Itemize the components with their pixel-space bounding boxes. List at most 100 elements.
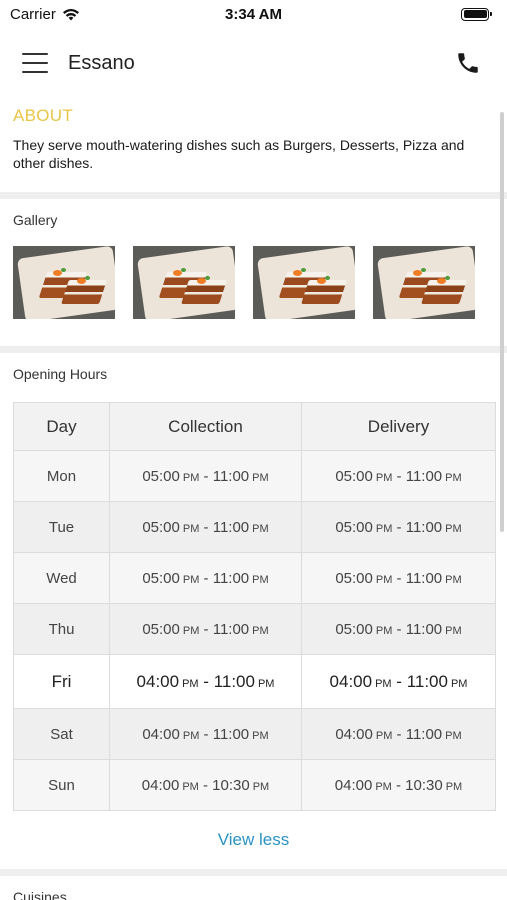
time-value: 11:00 [212, 569, 250, 587]
ampm-label: PM [375, 573, 393, 586]
day-cell: Sat [13, 708, 110, 760]
time-separator: - [392, 569, 406, 587]
time-value: 04:00 [329, 671, 373, 691]
ampm-label: PM [182, 522, 200, 535]
time-value: 11:00 [405, 467, 443, 485]
time-value: 05:00 [142, 620, 180, 638]
opening-hours-table: Day Collection Delivery Mon 05:00 PM - 11:… [13, 402, 496, 811]
time-separator: - [198, 776, 213, 794]
table-row: Tue 05:00 PM - 11:00 PM 05:00 PM - 11:00 PM [13, 501, 496, 553]
time-value: 05:00 [335, 467, 373, 485]
gallery-image-carrot-cake[interactable] [13, 246, 115, 319]
battery-icon [461, 7, 492, 21]
time-value: 05:00 [335, 569, 373, 587]
day-cell: Tue [13, 501, 110, 553]
ampm-label: PM [445, 471, 462, 484]
column-header-delivery: Delivery [301, 402, 496, 451]
time-value: 10:30 [405, 776, 443, 794]
time-separator: - [199, 569, 213, 587]
ampm-label: PM [252, 780, 270, 793]
time-separator: - [199, 620, 213, 638]
section-divider [0, 346, 507, 353]
phone-icon[interactable] [455, 50, 481, 76]
time-separator: - [391, 776, 406, 794]
time-separator: - [391, 671, 407, 691]
ampm-label: PM [375, 780, 392, 793]
ampm-label: PM [445, 624, 462, 637]
column-header-day: Day [13, 402, 110, 451]
time-value: 05:00 [142, 467, 180, 485]
scrollbar[interactable] [500, 112, 504, 532]
time-value: 11:00 [212, 620, 250, 638]
time-value: 11:00 [405, 620, 443, 638]
time-value: 05:00 [142, 569, 180, 587]
ampm-label: PM [375, 624, 393, 637]
ampm-label: PM [375, 522, 393, 535]
ampm-label: PM [257, 677, 275, 690]
collection-hours-cell: 04:00 PM - 11:00 PM [109, 654, 302, 709]
gallery-row [13, 246, 494, 319]
table-row: Sat 04:00 PM - 11:00 PM 04:00 PM - 11:00 PM [13, 708, 496, 760]
cuisines-title: Cuisines [13, 889, 67, 900]
day-cell: Fri [13, 654, 110, 709]
ampm-label: PM [445, 780, 463, 793]
time-separator: - [199, 518, 213, 536]
cuisines-section: Cuisines [0, 876, 507, 900]
time-value: 04:00 [334, 776, 373, 794]
section-divider [0, 869, 507, 876]
time-value: 04:00 [136, 671, 180, 691]
time-value: 11:00 [405, 518, 443, 536]
day-cell: Mon [13, 450, 110, 502]
main-content: ABOUT They serve mouth-watering dishes s… [0, 98, 507, 900]
delivery-hours-cell: 05:00 PM - 11:00 PM [301, 603, 496, 655]
time-separator: - [392, 620, 406, 638]
opening-hours-title: Opening Hours [13, 366, 108, 382]
time-value: 11:00 [212, 467, 250, 485]
collection-hours-cell: 05:00 PM - 11:00 PM [109, 552, 302, 604]
ampm-label: PM [182, 729, 200, 742]
gallery-image-carrot-cake[interactable] [253, 246, 355, 319]
opening-hours-section: Opening Hours Day Collection Delivery Mo… [0, 353, 507, 869]
table-row: Mon 05:00 PM - 11:00 PM 05:00 PM - 11:00 PM [13, 450, 496, 502]
status-left: Carrier [10, 6, 80, 23]
collection-hours-cell: 05:00 PM - 11:00 PM [109, 603, 302, 655]
gallery-image-carrot-cake[interactable] [373, 246, 475, 319]
ampm-label: PM [252, 624, 269, 637]
time-value: 11:00 [212, 725, 250, 743]
time-value: 05:00 [335, 620, 373, 638]
about-section: ABOUT They serve mouth-watering dishes s… [0, 98, 507, 192]
time-value: 05:00 [335, 518, 373, 536]
day-cell: Thu [13, 603, 110, 655]
ampm-label: PM [445, 573, 462, 586]
gallery-title: Gallery [13, 212, 58, 228]
table-row: Wed 05:00 PM - 11:00 PM 05:00 PM - 11:00 PM [13, 552, 496, 604]
gallery-image-carrot-cake[interactable] [133, 246, 235, 319]
time-separator: - [392, 518, 406, 536]
time-value: 11:00 [212, 518, 250, 536]
time-value: 11:00 [406, 671, 448, 691]
gallery-section: Gallery [0, 199, 507, 346]
time-separator: - [392, 467, 406, 485]
ampm-label: PM [375, 729, 393, 742]
ampm-label: PM [182, 471, 200, 484]
view-less-link[interactable]: View less [13, 811, 494, 869]
nav-bar: Essano [0, 28, 507, 98]
time-separator: - [392, 725, 406, 743]
ampm-label: PM [182, 573, 200, 586]
table-row: Fri 04:00 PM - 11:00 PM 04:00 PM - 11:00 PM [13, 654, 496, 709]
ampm-label: PM [182, 780, 199, 793]
carrier-label: Carrier [10, 5, 56, 23]
ampm-label: PM [375, 677, 392, 690]
delivery-hours-cell: 05:00 PM - 11:00 PM [301, 450, 496, 502]
ampm-label: PM [252, 729, 269, 742]
about-text: They serve mouth-watering dishes such as… [13, 137, 465, 171]
time-value: 11:00 [213, 671, 255, 691]
collection-hours-cell: 04:00 PM - 11:00 PM [109, 708, 302, 760]
time-value: 10:30 [212, 776, 250, 794]
time-value: 04:00 [141, 776, 180, 794]
about-title: ABOUT [13, 106, 74, 125]
time-separator: - [198, 671, 214, 691]
hamburger-menu-icon[interactable] [22, 53, 48, 73]
table-header-row: Day Collection Delivery [13, 402, 496, 451]
day-cell: Wed [13, 552, 110, 604]
